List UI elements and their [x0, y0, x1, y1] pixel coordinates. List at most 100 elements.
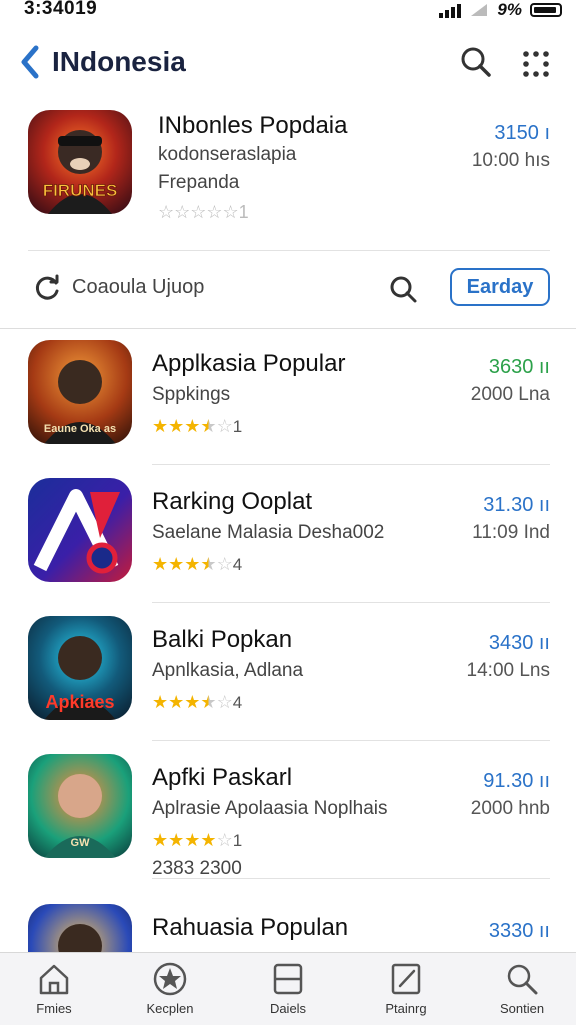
featured-app-category: Frepanda — [158, 172, 240, 193]
app-price: 3430 ıı — [488, 632, 550, 654]
svg-text:GW: GW — [71, 837, 91, 849]
rating-star-icon: ★ — [152, 416, 169, 436]
app-time: 14:00 Lns — [466, 660, 550, 681]
app-price: 3330 ıı — [488, 920, 550, 942]
game-character-icon: FIRUNES — [42, 130, 118, 214]
page-title: INdonesia — [52, 46, 186, 77]
divider — [152, 740, 550, 741]
app-name: Rahuasia Populan — [152, 914, 349, 941]
app-rating: ★★★★☆4 — [152, 692, 242, 713]
app-price: 31.30 ıı — [483, 494, 550, 516]
app-time: 2000 Lna — [470, 384, 550, 405]
rating-star-icon: ★ — [184, 692, 201, 712]
rating-star-icon: ☆ — [216, 830, 233, 850]
back-chevron-icon[interactable] — [14, 42, 46, 82]
app-rating: ★★★★☆4 — [152, 554, 242, 575]
rating-star-icon: ★ — [168, 830, 185, 850]
search-icon[interactable] — [458, 44, 494, 80]
app-name: Applkasia Popular — [152, 350, 346, 377]
rating-star-icon: ★ — [200, 692, 217, 712]
app-price: 3630 ıı — [488, 356, 550, 378]
rating-star-icon: ★ — [168, 554, 185, 574]
status-time: 3:34019 — [24, 0, 98, 19]
home-icon — [39, 964, 69, 995]
signal-icon — [439, 2, 462, 18]
star-icon — [153, 962, 187, 996]
divider — [152, 878, 550, 879]
app-time: 11:09 Ind — [472, 522, 550, 543]
refresh-icon[interactable] — [34, 274, 62, 302]
app-icon[interactable] — [28, 478, 132, 582]
rating-star-icon: ★ — [200, 830, 217, 850]
app-icon[interactable]: Apkiaes — [28, 616, 132, 720]
app-subtitle: Apnlkasia, Adlana — [152, 660, 304, 681]
divider — [152, 602, 550, 603]
featured-app-icon[interactable]: FIRUNES — [28, 110, 132, 214]
filter-row: Coaoula Ujuop Earday — [0, 252, 576, 329]
tab-details[interactable]: Daiels — [238, 953, 338, 1025]
featured-app-name: INbonles Popdaia — [158, 112, 348, 139]
app-icon[interactable]: GW — [28, 754, 132, 858]
search-icon — [507, 964, 538, 995]
app-icon[interactable]: Eaune Oka as — [28, 340, 132, 444]
svg-text:Apkiaes: Apkiaes — [45, 692, 114, 712]
app-subtitle: Sppkings — [152, 384, 231, 405]
refresh-search-icon[interactable] — [388, 274, 418, 304]
divider — [152, 464, 550, 465]
rating-star-icon: ★ — [184, 830, 201, 850]
edit-icon — [391, 963, 421, 995]
tab-featured[interactable]: Kecplen — [120, 953, 220, 1025]
app-price: 91.30 ıı — [483, 770, 550, 792]
rating-count: 1 — [232, 417, 243, 436]
rating-star-icon: ★ — [152, 692, 169, 712]
tab-home[interactable]: Fmies — [4, 953, 104, 1025]
rating-star-icon: ☆ — [216, 554, 233, 574]
tab-label: Kecplen — [146, 1001, 194, 1016]
rating-star-icon: ★ — [152, 830, 169, 850]
divider — [28, 250, 550, 251]
tab-ranking[interactable]: Ptainrg — [356, 953, 456, 1025]
tab-label: Fmies — [36, 1001, 72, 1016]
rating-count: 4 — [232, 693, 243, 712]
earday-button[interactable]: Earday — [450, 268, 550, 306]
rating-star-icon: ☆ — [216, 416, 233, 436]
wifi-icon — [471, 4, 488, 16]
featured-app-time: 10:00 hıs — [471, 150, 550, 171]
rating-star-icon: ★ — [200, 554, 217, 574]
battery-icon — [530, 3, 562, 17]
nav-bar: INdonesia — [0, 36, 576, 90]
filter-label: Coaoula Ujuop — [72, 276, 205, 298]
featured-icon-text: FIRUNES — [43, 181, 118, 200]
tab-label: Daiels — [269, 1001, 307, 1016]
app-subtitle: Saelane Malasia Desha002 — [152, 522, 385, 543]
more-grid-icon[interactable] — [518, 46, 554, 82]
featured-app-price: 3150 ı — [494, 122, 550, 144]
rating-star-icon: ★ — [168, 692, 185, 712]
status-icons: 9% — [439, 0, 562, 20]
rating-star-icon: ☆ — [216, 692, 233, 712]
app-rating: ★★★★☆1 — [152, 830, 242, 851]
layers-icon — [273, 963, 303, 995]
rating-star-icon: ★ — [184, 416, 201, 436]
rating-star-icon: ★ — [184, 554, 201, 574]
app-name: Apfki Paskarl — [152, 764, 293, 791]
app-rating: ★★★★☆1 — [152, 416, 242, 437]
app-subtitle: Aplrasie Apolaasia Noplhais — [152, 798, 388, 819]
app-extra-info: 2383 2300 — [152, 858, 242, 879]
rating-star-icon: ★ — [152, 554, 169, 574]
rating-star-icon: ★ — [200, 416, 217, 436]
featured-app-subtitle: kodonseraslapia — [158, 144, 297, 165]
tab-label: Ptainrg — [385, 1001, 427, 1016]
status-bar: 3:34019 9% — [0, 0, 576, 24]
app-name: Balki Popkan — [152, 626, 293, 653]
rating-star-icon: ★ — [168, 416, 185, 436]
featured-app-rating: ☆☆☆☆☆1 — [158, 202, 249, 222]
battery-percent: 9% — [497, 0, 522, 19]
tab-label: Sontien — [499, 1001, 545, 1016]
tab-search[interactable]: Sontien — [472, 953, 572, 1025]
tab-bar: Fmies Kecplen Daiels Ptainrg Sontien — [0, 952, 576, 1025]
app-time: 2000 hnb — [470, 798, 550, 819]
rating-count: 1 — [232, 831, 243, 850]
svg-text:Eaune Oka as: Eaune Oka as — [44, 423, 116, 435]
app-name: Rarking Ooplat — [152, 488, 313, 515]
